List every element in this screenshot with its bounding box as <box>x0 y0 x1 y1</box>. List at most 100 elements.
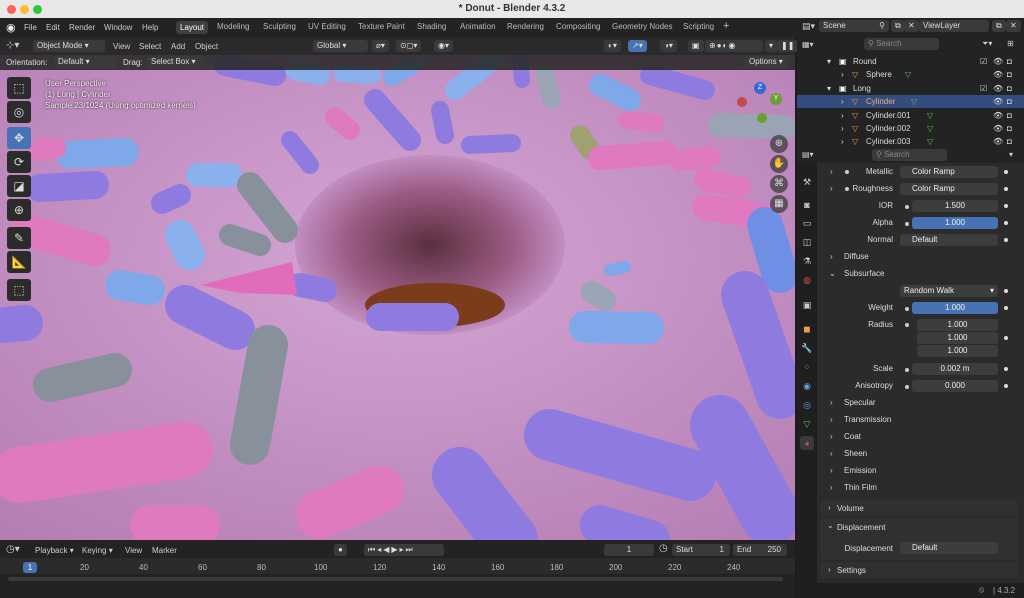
radius-x-field[interactable]: 1.000 <box>917 319 998 331</box>
outliner-row-cylinder-001[interactable]: › ▽ Cylinder.001 ▽ 👁 ◘ <box>797 109 1024 122</box>
gizmo-x-axis[interactable] <box>737 97 747 107</box>
expand-arrow-icon[interactable]: ▾ <box>827 82 831 95</box>
menu-help[interactable]: Help <box>142 23 158 32</box>
radius-y-field[interactable]: 1.000 <box>917 332 998 344</box>
pan-hand-icon[interactable]: ✋ <box>770 155 788 173</box>
select-box-tool-icon[interactable]: ⬚ <box>7 77 31 99</box>
transmission-panel[interactable]: Transmission <box>844 415 891 424</box>
scene-tab-icon[interactable]: ⚗ <box>800 254 814 268</box>
outliner-row-long[interactable]: ▾ ▣ Long ☑ 👁 ◘ <box>797 82 1024 95</box>
outliner-row-sphere[interactable]: › ▽ Sphere ▽ 👁 ◘ <box>797 68 1024 81</box>
volume-panel[interactable]: › Volume <box>820 500 1018 516</box>
view-layer-selector[interactable]: ViewLayer <box>919 20 989 32</box>
expand-arrow-icon[interactable]: › <box>830 415 833 424</box>
tab-shading[interactable]: Shading <box>417 22 446 31</box>
tab-modeling[interactable]: Modeling <box>217 22 249 31</box>
record-keyframe-icon[interactable]: ● <box>334 544 347 556</box>
camera-icon[interactable]: ◘ <box>1007 135 1012 148</box>
keyframe-dot[interactable] <box>1004 306 1008 310</box>
filter-icon[interactable]: ⏷▾ <box>982 39 992 49</box>
playback-controls[interactable]: ⏮◂◀▶▸⏭ <box>364 544 444 556</box>
gizmo-neg-y-axis[interactable] <box>757 113 767 123</box>
overlays-icon[interactable]: ◑▾ <box>660 40 677 52</box>
outliner-row-cylinder[interactable]: › ▽ Cylinder ▽ 👁 ◘ <box>797 95 1024 108</box>
camera-view-icon[interactable]: ⌘ <box>770 175 788 193</box>
properties-options-icon[interactable]: ▾ <box>1009 150 1013 159</box>
material-tab-icon[interactable]: ◕ <box>800 436 814 450</box>
expand-arrow-icon[interactable]: › <box>830 483 833 492</box>
shading-options-icon[interactable]: ▾ <box>765 40 778 52</box>
tab-uv-editing[interactable]: UV Editing <box>308 22 346 31</box>
orientation-dropdown[interactable]: Default ▾ <box>54 56 116 68</box>
tab-scripting[interactable]: Scripting <box>683 22 714 31</box>
menu-edit[interactable]: Edit <box>46 23 60 32</box>
add-workspace-icon[interactable]: + <box>723 20 729 32</box>
delete-view-layer-icon[interactable]: ✕ <box>1006 20 1021 32</box>
expand-arrow-icon[interactable]: › <box>841 109 844 122</box>
camera-icon[interactable]: ◘ <box>1007 68 1012 81</box>
eye-icon[interactable]: 👁 <box>993 109 1003 122</box>
timeline-menu-marker[interactable]: Marker <box>152 546 177 555</box>
editor-type-icon[interactable]: ⊹▾ <box>6 40 19 51</box>
expand-arrow-icon[interactable]: › <box>830 252 833 261</box>
view-layer-tab-icon[interactable]: ◫ <box>800 235 814 249</box>
gizmo-y-axis[interactable]: Y <box>770 93 782 105</box>
constraints-tab-icon[interactable]: ◎ <box>800 398 814 412</box>
eye-icon[interactable]: 👁 <box>993 55 1003 68</box>
tab-texture-paint[interactable]: Texture Paint <box>358 22 405 31</box>
ior-field[interactable]: 1.500 <box>912 200 998 212</box>
keyframe-dot[interactable] <box>1004 170 1008 174</box>
object-tab-icon[interactable]: ◼ <box>800 322 814 336</box>
sheen-panel[interactable]: Sheen <box>844 449 867 458</box>
properties-editor-icon[interactable]: ▤▾ <box>802 150 814 159</box>
start-frame-field[interactable]: Start 1 <box>672 544 730 556</box>
menu-view[interactable]: View <box>113 42 130 51</box>
new-scene-icon[interactable]: ⧉ <box>891 20 905 32</box>
modifiers-tab-icon[interactable]: 🔧 <box>800 341 814 355</box>
menu-file[interactable]: File <box>24 23 37 32</box>
shading-modes[interactable]: ⊕●◐◉ <box>705 40 763 52</box>
expand-arrow-icon[interactable]: › <box>841 95 844 108</box>
transform-tool-icon[interactable]: ⊕ <box>7 199 31 221</box>
tab-animation[interactable]: Animation <box>460 22 496 31</box>
metallic-link[interactable]: Color Ramp <box>900 166 998 178</box>
outliner-search-input[interactable]: ⚲ Search <box>864 38 939 50</box>
camera-icon[interactable]: ◘ <box>1007 95 1012 108</box>
radius-z-field[interactable]: 1.000 <box>917 345 998 357</box>
move-tool-icon[interactable]: ✥ <box>7 127 31 149</box>
camera-icon[interactable]: ◘ <box>1007 82 1012 95</box>
options-dropdown[interactable]: Options ▾ <box>745 56 789 68</box>
mode-dropdown[interactable]: Object Mode ▾ <box>33 40 105 52</box>
timeline-editor-icon[interactable]: ◷▾ <box>6 544 20 555</box>
coat-panel[interactable]: Coat <box>844 432 861 441</box>
keyframe-dot[interactable] <box>1004 289 1008 293</box>
eye-icon[interactable]: 👁 <box>993 68 1003 81</box>
3d-viewport[interactable]: Orientation: Default ▾ Drag: Select Box … <box>0 55 795 540</box>
emission-panel[interactable]: Emission <box>844 466 876 475</box>
collection-tab-icon[interactable]: ▣ <box>800 298 814 312</box>
timeline-menu-playback[interactable]: Playback ▾ <box>35 546 74 555</box>
expand-arrow-icon[interactable]: › <box>841 122 844 135</box>
expand-arrow-icon[interactable]: › <box>830 398 833 407</box>
keyframe-dot[interactable] <box>1004 384 1008 388</box>
expand-arrow-icon[interactable]: › <box>841 68 844 81</box>
camera-icon[interactable]: ◘ <box>1007 122 1012 135</box>
menu-select[interactable]: Select <box>139 42 161 51</box>
normal-field[interactable]: Default <box>900 234 998 246</box>
tab-geometry-nodes[interactable]: Geometry Nodes <box>612 22 672 31</box>
outliner-editor-icon[interactable]: ▤▾ <box>802 21 815 32</box>
annotate-tool-icon[interactable]: ✎ <box>7 227 31 249</box>
gizmo-z-axis[interactable]: Z <box>754 82 766 94</box>
xray-icon[interactable]: ▣ <box>688 40 704 52</box>
timeline-menu-view[interactable]: View <box>125 546 142 555</box>
keyframe-dot[interactable] <box>1004 367 1008 371</box>
collapse-arrow-icon[interactable]: ⌄ <box>829 269 836 278</box>
snap-icon[interactable]: ⊙◻▾ <box>396 40 422 52</box>
scale-field[interactable]: 0.002 m <box>912 363 998 375</box>
eye-icon[interactable]: 👁 <box>993 122 1003 135</box>
anisotropy-field[interactable]: 0.000 <box>912 380 998 392</box>
drag-dropdown[interactable]: Select Box ▾ <box>147 56 205 68</box>
keyframe-dot[interactable] <box>1004 204 1008 208</box>
menu-object[interactable]: Object <box>195 42 218 51</box>
displacement-field[interactable]: Default <box>900 542 998 554</box>
